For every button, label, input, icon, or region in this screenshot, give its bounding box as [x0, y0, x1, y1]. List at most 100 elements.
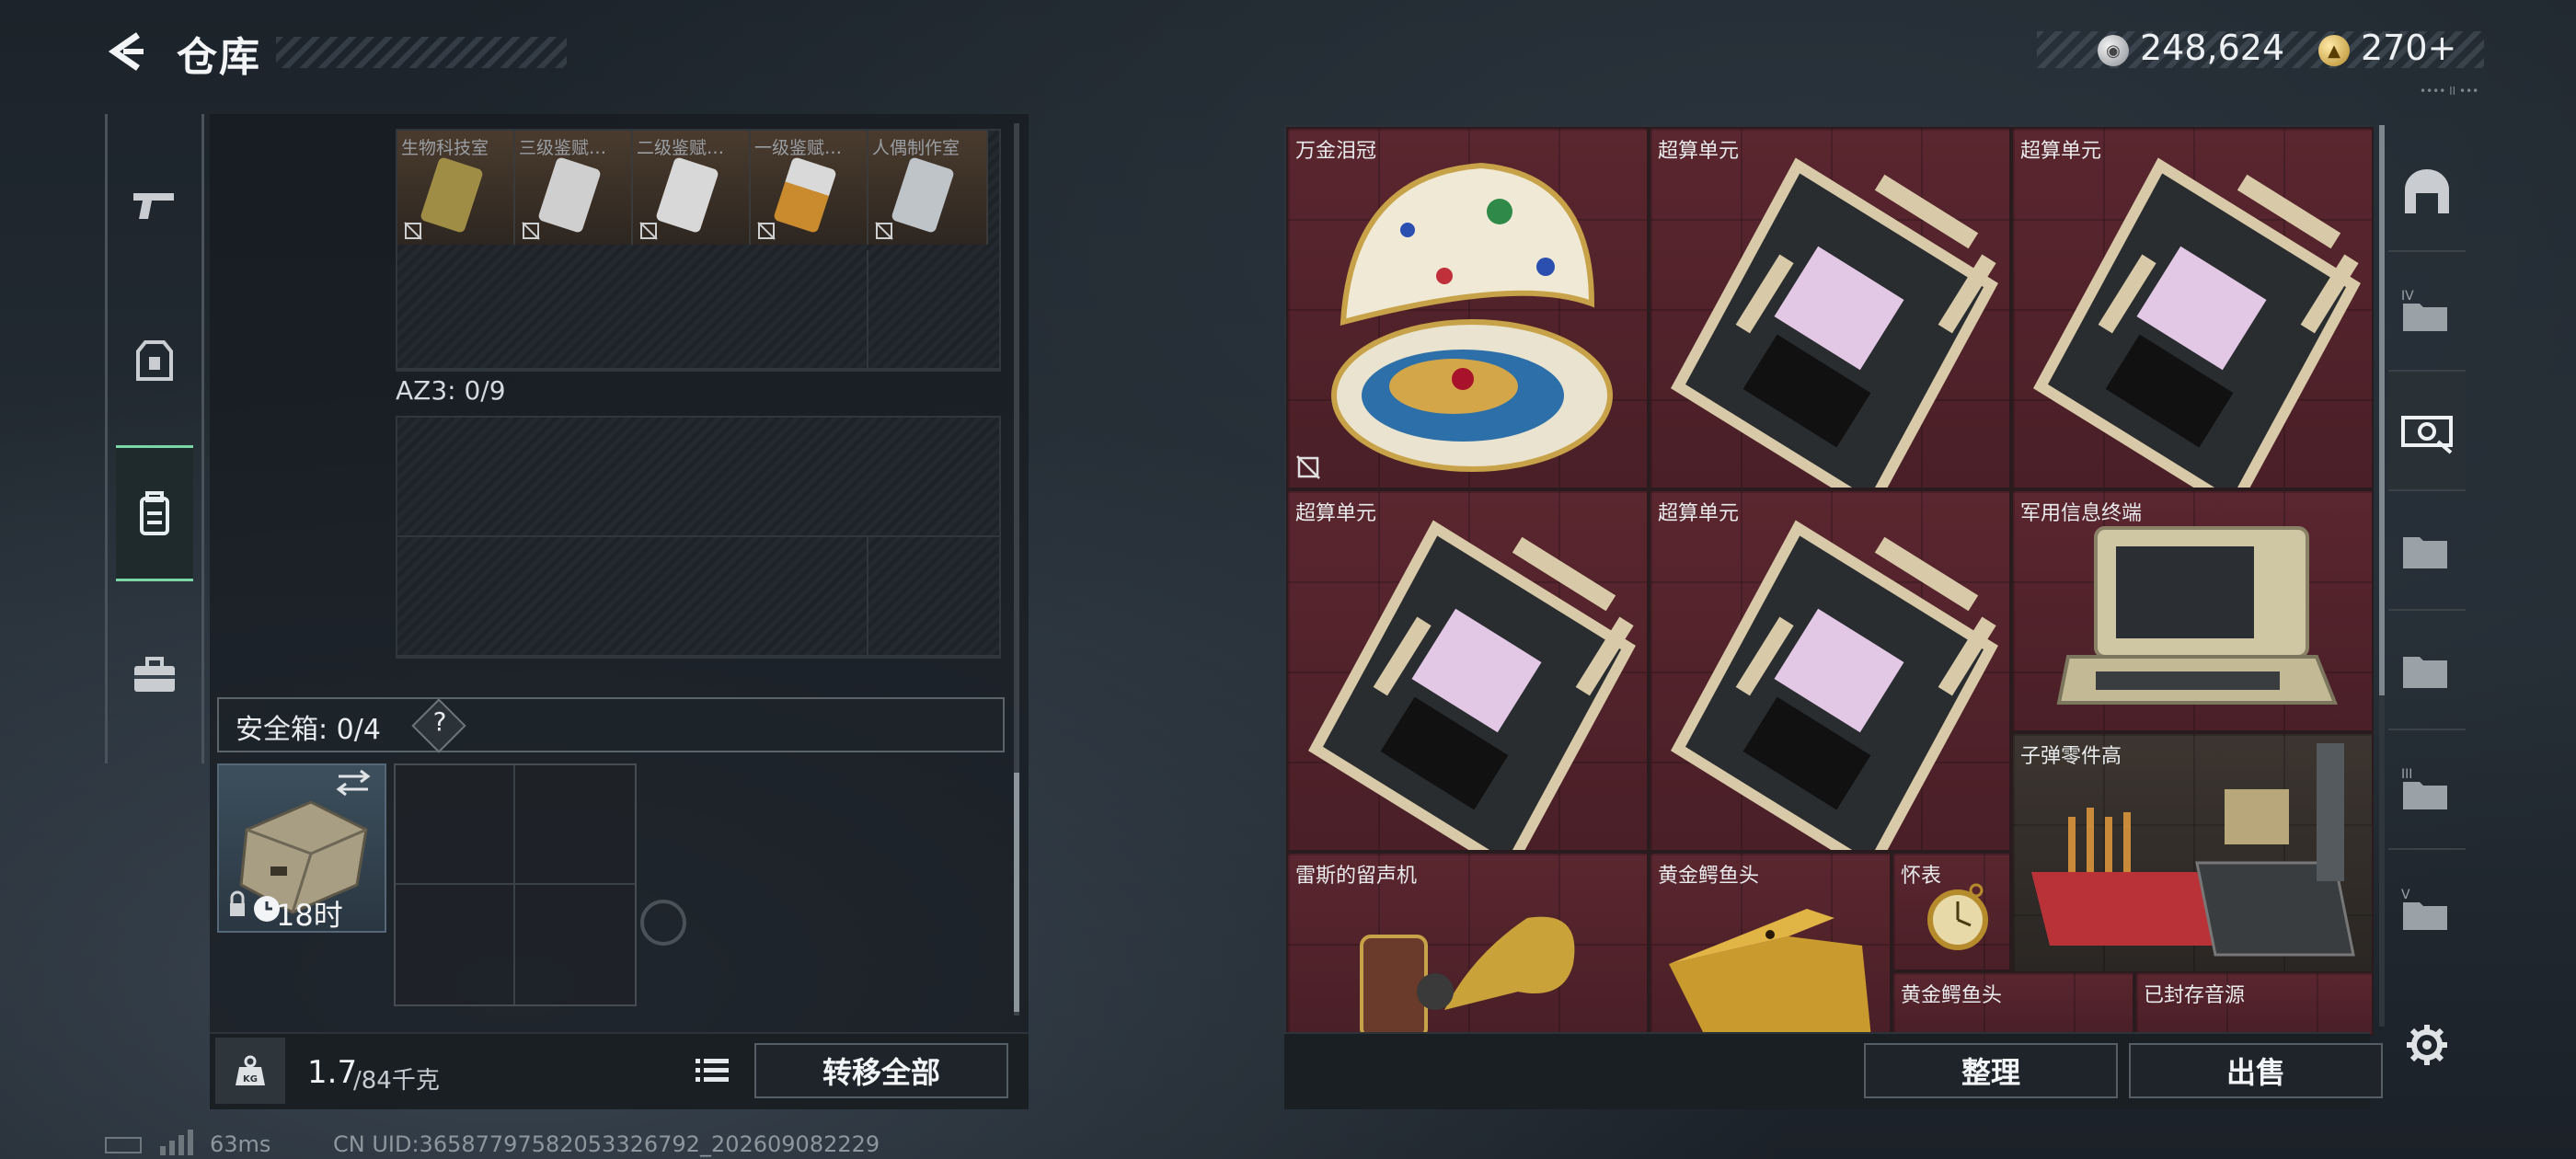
- stash-item[interactable]: 超算单元: [2011, 127, 2374, 489]
- safebox-slot[interactable]: [396, 765, 515, 885]
- no-insure-icon: [1296, 455, 1320, 479]
- safebox-slot[interactable]: [515, 765, 635, 885]
- stash-panel: 万金泪冠 超算单元 超算单元 超算单元 超算单元 军用信息终端 子弹零件高 雷斯…: [1284, 125, 2374, 1036]
- item-name: 黄金鳄鱼头: [1901, 984, 2003, 1007]
- folder-icon: [2403, 537, 2447, 568]
- transfer-all-button[interactable]: 转移全部: [754, 1043, 1008, 1098]
- az3-row: [397, 418, 999, 537]
- back-button[interactable]: [101, 22, 156, 81]
- backpack-item[interactable]: 生物科技室: [397, 131, 515, 245]
- silver-amount[interactable]: 248,624: [2140, 28, 2284, 68]
- rail-tab-gate[interactable]: [2388, 132, 2466, 252]
- item-name: 子弹零件高: [2020, 745, 2122, 768]
- cash-icon: [2401, 416, 2453, 454]
- rail-tab-level-iii[interactable]: III: [2388, 730, 2466, 850]
- stash-item[interactable]: 超算单元: [1286, 489, 1649, 852]
- military-terminal-image: [2056, 526, 2338, 705]
- az3-row: [397, 537, 999, 657]
- sort-button[interactable]: 整理: [1864, 1043, 2118, 1098]
- stash-item[interactable]: 军用信息终端: [2011, 489, 2374, 732]
- gun-icon: [133, 193, 174, 219]
- ping-text: 63ms: [210, 1131, 271, 1157]
- no-insure-icon: [404, 222, 422, 240]
- safebox-timer: 18时: [276, 898, 343, 933]
- rail-tab-level-v[interactable]: V: [2388, 850, 2466, 970]
- stash-item[interactable]: 怀表: [1892, 852, 2011, 971]
- stash-item[interactable]: 黄金鳄鱼头: [1649, 852, 1892, 1036]
- item-label: 生物科技室: [401, 138, 489, 158]
- rail-tab-level-iv[interactable]: IV: [2388, 252, 2466, 372]
- computing-board-image: [1671, 520, 1998, 850]
- gold-amount[interactable]: 270+: [2361, 28, 2456, 68]
- rail-tab-folder-2[interactable]: [2388, 611, 2466, 730]
- inventory-scroll-thumb[interactable]: [1014, 773, 1019, 1012]
- safebox-slot[interactable]: [515, 885, 635, 1004]
- stash-item[interactable]: 已封存音源: [2134, 971, 2374, 1036]
- list-view-button[interactable]: [688, 1049, 736, 1093]
- keycard-image: [891, 156, 955, 234]
- az3-capacity-label: AZ3: 0/9: [396, 375, 506, 406]
- swap-icon: [339, 769, 371, 784]
- tab-toolbox[interactable]: [116, 607, 193, 743]
- armor-icon: [136, 340, 173, 381]
- stash-item[interactable]: 子弹零件高: [2011, 732, 2374, 975]
- tab-armor[interactable]: [116, 293, 193, 429]
- item-name: 怀表: [1901, 865, 1942, 888]
- empty-slot[interactable]: [397, 418, 999, 537]
- stash-item[interactable]: 雷斯的留声机: [1286, 852, 1649, 1036]
- backpack-item[interactable]: 人偶制作室: [868, 131, 988, 245]
- bullet-parts-image: [2031, 743, 2355, 957]
- list-icon: [696, 1059, 729, 1082]
- stash-item[interactable]: 万金泪冠: [1286, 127, 1649, 489]
- silver-coin-icon: ◉: [2098, 35, 2129, 66]
- backpack-item[interactable]: 一级鉴赋…: [751, 131, 868, 245]
- stash-item[interactable]: 超算单元: [1649, 489, 2011, 852]
- empty-slot[interactable]: [868, 250, 999, 370]
- backpack-item[interactable]: 二级鉴赋…: [633, 131, 751, 245]
- no-insure-icon: [522, 222, 540, 240]
- level-iii-folder-icon: III: [2401, 767, 2447, 809]
- svg-text:IV: IV: [2401, 289, 2414, 304]
- level-iv-folder-icon: IV: [2401, 289, 2447, 331]
- item-label: 一级鉴赋…: [754, 138, 843, 158]
- item-label: 二级鉴赋…: [637, 138, 725, 158]
- item-name: 军用信息终端: [2020, 502, 2143, 525]
- empty-slot[interactable]: [397, 250, 868, 370]
- gear-icon: [2407, 1025, 2447, 1065]
- no-insure-icon: [757, 222, 776, 240]
- computing-board-image: [1308, 520, 1636, 850]
- backpack-item[interactable]: 三级鉴赋…: [515, 131, 633, 245]
- battery-icon: [105, 1137, 142, 1153]
- jeweled-egg-image: [1331, 162, 1613, 472]
- toolbox-icon: [134, 657, 175, 692]
- stash-scroll-thumb[interactable]: [2379, 125, 2385, 695]
- back-arrow-icon: [108, 32, 144, 71]
- tab-backpack[interactable]: [116, 445, 193, 581]
- svg-text:V: V: [2401, 888, 2410, 902]
- settings-button[interactable]: [2398, 1016, 2456, 1074]
- help-icon: ?: [432, 706, 447, 737]
- tab-weapons[interactable]: [116, 138, 193, 274]
- title-decoration: [276, 37, 567, 68]
- corner-label: •••• II •••: [2420, 85, 2479, 98]
- item-name: 已封存音源: [2144, 984, 2246, 1007]
- safebox-slots: [394, 763, 637, 1006]
- sell-button[interactable]: 出售: [2129, 1043, 2383, 1098]
- weight-icon: KG: [215, 1038, 285, 1104]
- item-name: 超算单元: [1295, 502, 1377, 525]
- stash-item[interactable]: 黄金鳄鱼头: [1892, 971, 2134, 1036]
- empty-slot[interactable]: [868, 537, 999, 657]
- level-v-folder-icon: V: [2401, 888, 2447, 930]
- item-name: 黄金鳄鱼头: [1658, 865, 1760, 888]
- safebox-slot[interactable]: [396, 885, 515, 1004]
- rail-tab-folder[interactable]: [2388, 491, 2466, 611]
- svg-text:KG: KG: [243, 1074, 258, 1084]
- svg-text:III: III: [2401, 767, 2412, 782]
- stash-item[interactable]: 超算单元: [1649, 127, 2011, 489]
- page-title: 仓库: [177, 34, 261, 81]
- rail-tab-cash[interactable]: [2388, 372, 2466, 491]
- keycard-image: [773, 156, 837, 234]
- weight-max: /84千克: [353, 1067, 440, 1095]
- empty-slot[interactable]: [397, 537, 868, 657]
- computing-board-image: [2033, 157, 2361, 488]
